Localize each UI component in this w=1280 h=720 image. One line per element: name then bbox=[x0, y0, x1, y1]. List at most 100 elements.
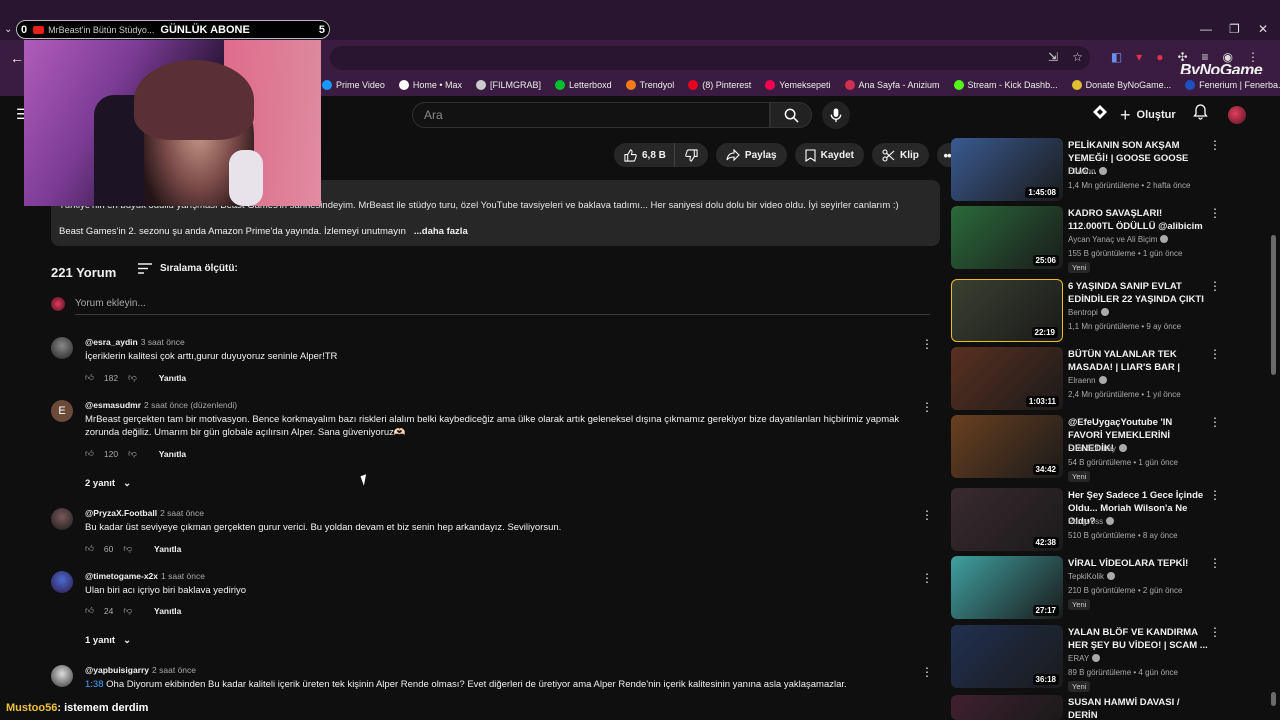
bookmark[interactable]: Fenerium | Fenerba... bbox=[1185, 80, 1280, 90]
comment-author[interactable]: @esmasudmr bbox=[85, 400, 141, 410]
star-icon[interactable]: ☆ bbox=[1072, 50, 1083, 64]
video-menu-icon[interactable]: ⋮ bbox=[1209, 415, 1221, 429]
bookmark[interactable]: Letterboxd bbox=[555, 80, 612, 90]
bookmark[interactable]: Yemeksepeti bbox=[765, 80, 831, 90]
minimize-icon[interactable]: — bbox=[1200, 22, 1212, 36]
comment-menu-icon[interactable]: ⋮ bbox=[921, 337, 933, 351]
commenter-avatar[interactable] bbox=[51, 571, 73, 593]
video-menu-icon[interactable]: ⋮ bbox=[1209, 138, 1221, 152]
channel-name[interactable]: ERAY bbox=[1068, 654, 1101, 663]
clip-button[interactable]: Klip bbox=[871, 143, 929, 167]
bookmark[interactable]: Donate ByNoGame... bbox=[1071, 80, 1171, 90]
comment-time[interactable]: 2 saat önce bbox=[152, 665, 196, 675]
channel-name[interactable]: TepkiKolik bbox=[1068, 572, 1116, 581]
extension-icon[interactable]: ▾ bbox=[1136, 50, 1142, 64]
channel-name[interactable]: Fırat Sobutay bbox=[1068, 444, 1128, 453]
commenter-avatar[interactable]: E bbox=[51, 400, 73, 422]
close-icon[interactable]: ✕ bbox=[1258, 22, 1268, 36]
thumb-up-icon[interactable]: 👍︎ bbox=[85, 543, 94, 554]
comment-author[interactable]: @PryzaX.Football bbox=[85, 508, 157, 518]
video-menu-icon[interactable]: ⋮ bbox=[1209, 556, 1221, 570]
comment-author[interactable]: @timetogame-x2x bbox=[85, 571, 158, 581]
video-title[interactable]: SUSAN HAMWİ DAVASI / DERİN bbox=[1068, 696, 1208, 720]
video-menu-icon[interactable]: ⋮ bbox=[1209, 279, 1221, 293]
video-thumbnail[interactable]: 1:45:08 bbox=[951, 138, 1063, 201]
bookmark[interactable]: (8) Pinterest bbox=[688, 80, 751, 90]
video-thumbnail[interactable] bbox=[951, 695, 1063, 720]
video-thumbnail[interactable]: 36:18 bbox=[951, 625, 1063, 688]
comment-menu-icon[interactable]: ⋮ bbox=[921, 508, 933, 522]
bookmark[interactable]: Ana Sayfa - Anizium bbox=[844, 80, 940, 90]
address-field[interactable] bbox=[330, 46, 1090, 70]
comment-time[interactable]: 2 saat önce bbox=[160, 508, 204, 518]
commenter-avatar[interactable] bbox=[51, 337, 73, 359]
browser-tab[interactable]: 0 MrBeast'in Bütün Stüdyo... GÜNLÜK ABON… bbox=[16, 20, 330, 39]
video-menu-icon[interactable]: ⋮ bbox=[1209, 625, 1221, 639]
view-replies-button[interactable]: 1 yanıt ⌄ bbox=[85, 635, 131, 646]
tab-search-chevron-icon[interactable]: ⌄ bbox=[4, 24, 12, 35]
video-thumbnail[interactable]: 27:17 bbox=[951, 556, 1063, 619]
save-button[interactable]: Kaydet bbox=[794, 143, 864, 167]
thumb-up-icon[interactable]: 👍︎ bbox=[85, 372, 94, 383]
reply-button[interactable]: Yanıtla bbox=[154, 544, 181, 554]
thumb-down-icon[interactable]: 👎︎ bbox=[128, 448, 137, 459]
comment-menu-icon[interactable]: ⋮ bbox=[921, 571, 933, 585]
video-title[interactable]: 6 YAŞINDA SANIP EVLAT EDİNDİLER 22 YAŞIN… bbox=[1068, 280, 1208, 306]
reply-button[interactable]: Yanıtla bbox=[159, 373, 186, 383]
share-button[interactable]: Paylaş bbox=[715, 143, 787, 167]
thumb-down-icon[interactable]: 👎︎ bbox=[123, 543, 132, 554]
reply-button[interactable]: Yanıtla bbox=[159, 449, 186, 459]
comment-author[interactable]: @yapbuisigarry bbox=[85, 665, 149, 675]
notifications-bell-icon[interactable] bbox=[1193, 104, 1208, 120]
account-avatar[interactable] bbox=[1228, 106, 1246, 124]
comment-menu-icon[interactable]: ⋮ bbox=[921, 665, 933, 679]
show-more-link[interactable]: ...daha fazla bbox=[414, 226, 468, 237]
bookmark[interactable]: Trendyol bbox=[625, 80, 674, 90]
channel-name[interactable]: Bentropi bbox=[1068, 308, 1109, 317]
comment-time[interactable]: 2 saat önce (düzenlendi) bbox=[144, 400, 237, 410]
bookmark[interactable]: [FILMGRAB] bbox=[476, 80, 541, 90]
video-title[interactable]: BÜTÜN YALANLAR TEK MASADA! | LIAR'S BAR … bbox=[1068, 348, 1208, 374]
reply-button[interactable]: Yanıtla bbox=[154, 606, 181, 616]
channel-name[interactable]: Aycan Yanaç ve Ali Biçim bbox=[1068, 235, 1169, 244]
install-icon[interactable]: ⇲ bbox=[1048, 50, 1058, 64]
comment-menu-icon[interactable]: ⋮ bbox=[921, 400, 933, 414]
thumb-down-icon[interactable]: 👎︎ bbox=[123, 605, 132, 616]
video-thumbnail[interactable]: 22:19 bbox=[951, 279, 1063, 342]
sidebar-scrollbar[interactable] bbox=[1271, 235, 1276, 375]
search-button[interactable] bbox=[770, 102, 812, 128]
channel-name[interactable]: Elraenn bbox=[1068, 376, 1107, 385]
video-menu-icon[interactable]: ⋮ bbox=[1209, 206, 1221, 220]
commenter-avatar[interactable] bbox=[51, 508, 73, 530]
comment-time[interactable]: 3 saat önce bbox=[141, 337, 185, 347]
video-thumbnail[interactable]: 34:42 bbox=[951, 415, 1063, 478]
video-menu-icon[interactable]: ⋮ bbox=[1209, 488, 1221, 502]
video-title[interactable]: KADRO SAVAŞLARI! 112.000TL ÖDÜLLÜ @alibi… bbox=[1068, 207, 1208, 233]
cast-icon[interactable] bbox=[1092, 104, 1108, 120]
video-menu-icon[interactable]: ⋮ bbox=[1209, 347, 1221, 361]
bookmark[interactable]: Stream - Kick Dashb... bbox=[953, 80, 1058, 90]
create-button[interactable]: + Oluştur bbox=[1120, 104, 1176, 126]
add-comment-input[interactable]: Yorum ekleyin... bbox=[75, 298, 930, 315]
video-title[interactable]: VİRAL VİDEOLARA TEPKİ! bbox=[1068, 557, 1208, 570]
video-title[interactable]: YALAN BLÖF VE KANDIRMA HER ŞEY BU VİDEO!… bbox=[1068, 626, 1208, 652]
view-replies-button[interactable]: 2 yanıt ⌄ bbox=[85, 478, 131, 489]
video-thumbnail[interactable]: 1:03:11 bbox=[951, 347, 1063, 410]
comment-author[interactable]: @esra_aydin bbox=[85, 337, 138, 347]
channel-name[interactable]: Pangvoss bbox=[1068, 517, 1115, 526]
commenter-avatar[interactable] bbox=[51, 665, 73, 687]
thumb-up-icon[interactable]: 👍︎ bbox=[85, 448, 94, 459]
bookmark[interactable]: Home • Max bbox=[398, 80, 462, 90]
like-button[interactable]: 6,8 B bbox=[614, 143, 674, 167]
thumb-down-icon[interactable]: 👎︎ bbox=[128, 372, 137, 383]
thumb-up-icon[interactable]: 👍︎ bbox=[85, 605, 94, 616]
voice-search-button[interactable] bbox=[822, 101, 850, 129]
dislike-button[interactable] bbox=[673, 143, 708, 167]
bookmark[interactable]: Prime Video bbox=[322, 80, 385, 90]
channel-name[interactable]: Elraenn bbox=[1068, 167, 1107, 176]
comment-timestamp-link[interactable]: 1:38 bbox=[85, 679, 104, 690]
maximize-icon[interactable]: ❐ bbox=[1229, 22, 1240, 36]
page-scrollbar[interactable] bbox=[1271, 692, 1276, 706]
video-thumbnail[interactable]: 25:06 bbox=[951, 206, 1063, 269]
video-thumbnail[interactable]: 42:38 bbox=[951, 488, 1063, 551]
